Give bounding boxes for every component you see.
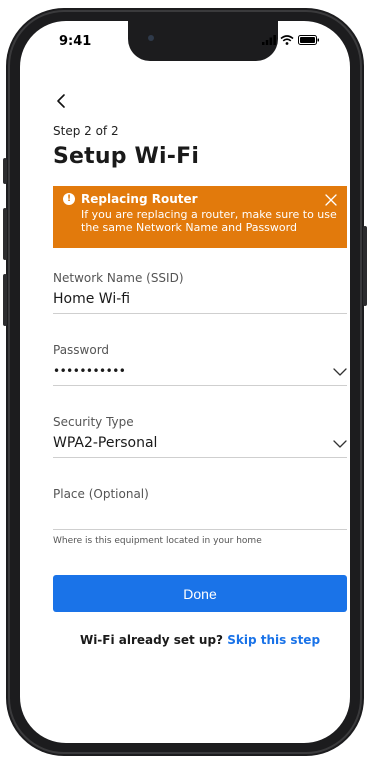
network-name-field[interactable]: Network Name (SSID) Home Wi-fi	[53, 271, 347, 314]
close-icon[interactable]	[325, 194, 337, 206]
security-type-select[interactable]: WPA2-Personal	[53, 435, 347, 458]
volume-up-button	[3, 208, 7, 260]
camera-icon	[148, 35, 154, 41]
place-field[interactable]: Place (Optional) Where is this equipment…	[53, 487, 347, 546]
page-title: Setup Wi-Fi	[53, 144, 200, 169]
step-indicator: Step 2 of 2	[53, 124, 119, 138]
volume-down-button	[3, 274, 7, 326]
alert-message: If you are replacing a router, make sure…	[81, 208, 337, 234]
password-input[interactable]: •••••••••••	[53, 363, 347, 386]
chevron-down-icon[interactable]	[333, 365, 347, 379]
power-button	[363, 226, 367, 306]
alert-banner: ! Replacing Router If you are replacing …	[53, 186, 347, 248]
wifi-icon	[280, 35, 294, 45]
alert-title: Replacing Router	[81, 192, 198, 206]
network-name-input[interactable]: Home Wi-fi	[53, 291, 347, 314]
place-input[interactable]	[53, 507, 347, 530]
chevron-left-icon[interactable]	[50, 89, 74, 113]
status-icons	[262, 35, 320, 45]
phone-screen: 9:41 Step 2 of 2 Setup Wi-Fi ! Replacing…	[20, 21, 350, 743]
notch	[128, 21, 278, 61]
battery-icon	[298, 35, 319, 45]
security-type-value: WPA2-Personal	[53, 435, 158, 451]
password-field[interactable]: Password •••••••••••	[53, 343, 347, 386]
password-label: Password	[53, 343, 110, 357]
security-type-label: Security Type	[53, 415, 134, 429]
skip-row: Wi-Fi already set up? Skip this step	[53, 633, 347, 647]
done-button[interactable]: Done	[53, 575, 347, 612]
security-type-field[interactable]: Security Type WPA2-Personal	[53, 415, 347, 458]
network-name-label: Network Name (SSID)	[53, 271, 184, 285]
skip-prompt: Wi-Fi already set up?	[79, 633, 224, 647]
password-value: •••••••••••	[53, 364, 126, 378]
mute-switch	[3, 158, 7, 184]
place-helper-text: Where is this equipment located in your …	[53, 536, 262, 546]
phone-frame: 9:41 Step 2 of 2 Setup Wi-Fi ! Replacing…	[3, 8, 367, 756]
alert-circle-icon: !	[63, 193, 75, 205]
chevron-down-icon[interactable]	[333, 437, 347, 451]
place-label: Place (Optional)	[53, 487, 149, 501]
status-time: 9:41	[59, 34, 92, 49]
skip-link[interactable]: Skip this step	[227, 633, 320, 647]
signal-icon	[262, 35, 276, 45]
